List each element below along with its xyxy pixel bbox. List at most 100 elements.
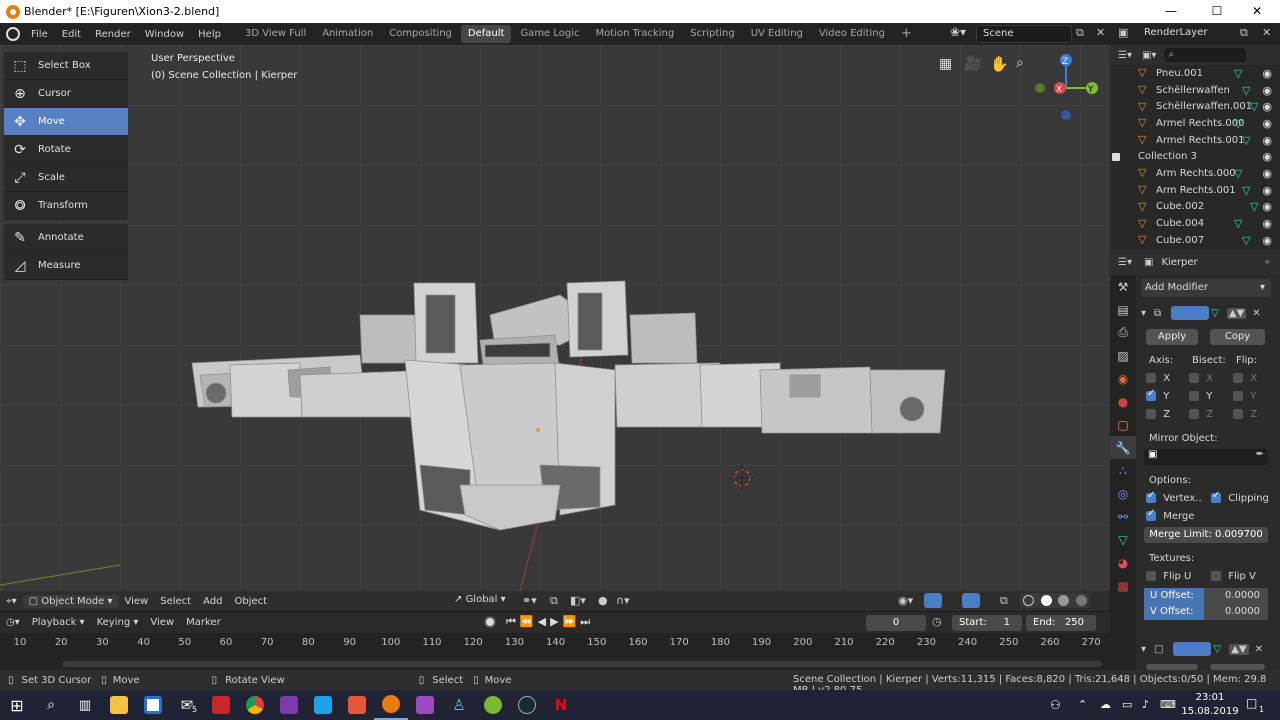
visibility-eye-icon[interactable]: ◉	[1262, 100, 1272, 113]
cage-icon-2[interactable]: ▽	[1213, 644, 1221, 655]
mesh-data-icon[interactable]: ▽	[1234, 167, 1242, 180]
solid-shading-icon[interactable]	[1040, 595, 1052, 606]
menu-add[interactable]: Add	[197, 596, 228, 607]
tab-compositing[interactable]: Compositing	[382, 25, 459, 43]
delete-layer-icon[interactable]: ✕	[1262, 26, 1271, 39]
merge-checkbox[interactable]: Merge	[1146, 508, 1194, 522]
bisect-x-checkbox[interactable]: X	[1189, 373, 1213, 384]
playback-controls[interactable]: ⏮⏪◀▶⏩⏭	[506, 615, 594, 629]
mesh-data-icon[interactable]: ▽	[1250, 100, 1258, 113]
gizmo-toggle-icon[interactable]	[924, 593, 942, 608]
outliner-object-row[interactable]: ▽ Schëllerwaffen.001 ▽ ◉	[1110, 98, 1280, 115]
tool-select-box[interactable]: ⬚ Select Box	[4, 52, 128, 80]
shading-mode-group[interactable]	[1020, 593, 1090, 608]
chrome-icon[interactable]	[238, 690, 272, 720]
mail-icon[interactable]: ✉ 5	[170, 690, 204, 720]
clipping-checkbox[interactable]: Clipping	[1211, 490, 1269, 504]
remove-modifier-icon[interactable]: ✕	[1252, 308, 1260, 319]
menu-keying[interactable]: Keying ▾	[91, 617, 145, 628]
3d-viewport[interactable]: ⬚ Select Box ⊕ Cursor ✥ Move ⟳ Rotate ⤢ Scale…	[0, 45, 1110, 591]
tool-scale[interactable]: ⤢ Scale	[4, 164, 128, 192]
timeline-editor-icon[interactable]: ◷▾	[0, 617, 26, 628]
visibility-eye-icon[interactable]: ◉	[1262, 167, 1272, 180]
tool-transform[interactable]: ⭗ Transform	[4, 192, 128, 220]
clock-time[interactable]: 23:01	[1188, 692, 1232, 703]
store-icon[interactable]	[136, 690, 170, 720]
visibility-eye-icon[interactable]: ◉	[1262, 134, 1272, 147]
visibility-eye-icon[interactable]: ◉	[1262, 217, 1272, 230]
tab-animation[interactable]: Animation	[315, 25, 380, 43]
outliner[interactable]: ☰▾ ▣▾ ⌕ ▽ Pneu.001 ▽ ◉ ▽ Schëllerwaffen ▽ ◉ ▽ Sch…	[1110, 45, 1280, 250]
affinity-photo-icon[interactable]	[272, 690, 306, 720]
search-icon[interactable]: ⌕	[34, 690, 68, 720]
flip-u-checkbox[interactable]: Flip U	[1146, 571, 1191, 582]
mesh-data-icon[interactable]: ▽	[1242, 84, 1250, 97]
affinity-publisher-icon[interactable]	[340, 690, 374, 720]
netflix-icon[interactable]: N	[544, 690, 578, 720]
particles-tab-icon[interactable]: ∴	[1110, 459, 1136, 482]
timeline-scrollbar[interactable]	[62, 661, 1102, 667]
close-icon[interactable]: ✕	[1234, 0, 1280, 23]
toggle-grid-icon[interactable]: ▦	[939, 56, 952, 72]
outliner-collection-row[interactable]: Collection 3 ◉	[1110, 148, 1280, 165]
flip-z-checkbox[interactable]: Z	[1233, 409, 1257, 420]
figure-icon[interactable]: ♙	[442, 690, 476, 720]
tab-3d-view-full[interactable]: 3D View Full	[238, 25, 313, 43]
flip-y-checkbox[interactable]: Y	[1233, 391, 1256, 402]
mesh-data-icon[interactable]: ▽	[1242, 184, 1250, 197]
menu-window[interactable]: Window	[138, 29, 191, 40]
mesh-data-icon[interactable]: ▽	[1234, 67, 1242, 80]
visibility-eye-icon[interactable]: ◉	[1262, 234, 1272, 247]
lime-icon[interactable]	[476, 690, 510, 720]
mesh-data-icon[interactable]: ▽	[1242, 134, 1250, 147]
outliner-object-row[interactable]: ▽ Armel Rechts.001 ▽ ◉	[1110, 132, 1280, 149]
visibility-eye-icon[interactable]: ◉	[1262, 184, 1272, 197]
object-mode-dropdown[interactable]: ▢ Object Mode ▾	[22, 594, 119, 608]
copy-button-2[interactable]	[1210, 664, 1265, 670]
collapse-icon[interactable]: ▾	[1141, 308, 1146, 319]
menu-edit[interactable]: Edit	[55, 29, 88, 40]
copy-button[interactable]: Copy	[1210, 329, 1265, 345]
eyedropper-icon[interactable]: ✒	[1256, 449, 1264, 460]
delete-scene-icon[interactable]: ✕	[1096, 26, 1105, 39]
jump-end-icon[interactable]: ⏭	[580, 615, 594, 628]
tab-game-logic[interactable]: Game Logic	[513, 25, 586, 43]
menu-timeline-view[interactable]: View	[144, 617, 180, 628]
scene-field[interactable]: Scene	[976, 25, 1072, 43]
cloud-icon[interactable]: ☁	[1100, 698, 1111, 711]
modifier-2-visibility-toggles[interactable]	[1173, 642, 1212, 656]
checkbox-icon[interactable]	[1112, 152, 1120, 161]
move-up-down-icon-2[interactable]: ▲▼	[1229, 643, 1249, 655]
record-icon[interactable]	[484, 616, 496, 628]
network-icon[interactable]: ▭	[1122, 698, 1132, 711]
collapse-icon-2[interactable]: ▾	[1141, 644, 1146, 655]
volume-icon[interactable]: ♪	[1142, 698, 1149, 711]
affinity-designer-icon[interactable]	[306, 690, 340, 720]
pan-hand-icon[interactable]: ✋	[990, 55, 1009, 73]
move-up-down-icon[interactable]: ▲▼	[1226, 307, 1247, 319]
menu-render[interactable]: Render	[88, 29, 138, 40]
zoom-icon[interactable]: ⌕	[1016, 55, 1024, 71]
editor-type-icon[interactable]: ⌖▾	[0, 596, 23, 607]
tool-move[interactable]: ✥ Move	[4, 108, 128, 136]
visibility-icon[interactable]: ◉▾	[898, 594, 913, 607]
clock-date[interactable]: 15.08.2019	[1180, 706, 1240, 717]
outliner-object-row[interactable]: ▽ Schëllerwaffen ▽ ◉	[1110, 82, 1280, 99]
snap-icon[interactable]: ⧉	[550, 594, 558, 608]
tab-default[interactable]: Default	[460, 25, 512, 43]
visibility-eye-icon[interactable]: ◉	[1262, 67, 1272, 80]
start-icon[interactable]: ⊞	[0, 690, 34, 720]
jump-keyframe-back-icon[interactable]: ⏪	[520, 615, 538, 628]
explorer-icon[interactable]	[102, 690, 136, 720]
add-modifier-dropdown[interactable]: Add Modifier ▾	[1141, 279, 1271, 297]
blender-icon[interactable]	[374, 690, 408, 720]
taskview-icon[interactable]: ▥	[68, 690, 102, 720]
view-layer-tab-icon[interactable]: ▨	[1110, 344, 1136, 367]
tab-video-editing[interactable]: Video Editing	[812, 25, 892, 43]
mesh-data-icon[interactable]: ▽	[1242, 234, 1250, 247]
merge-limit-field[interactable]: Merge Limit: 0.009700	[1144, 527, 1268, 543]
tool-measure[interactable]: ◿ Measure	[4, 252, 128, 280]
menu-object[interactable]: Object	[228, 596, 273, 607]
jump-start-icon[interactable]: ⏮	[506, 615, 520, 628]
constraints-tab-icon[interactable]: ⚯	[1110, 505, 1136, 528]
